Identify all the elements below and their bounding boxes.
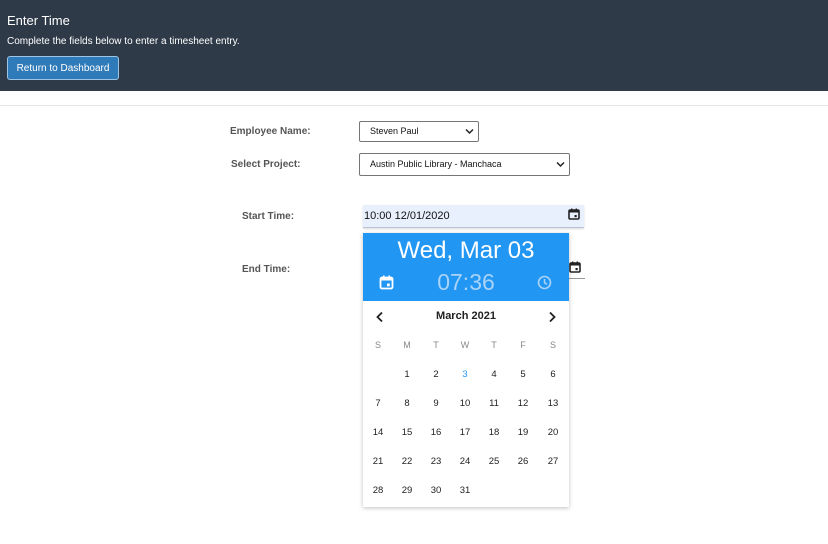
calendar-day[interactable]: 16 [425, 427, 447, 438]
calendar-day[interactable]: 10 [454, 398, 476, 409]
calendar-day[interactable]: 18 [483, 427, 505, 438]
return-to-dashboard-button[interactable]: Return to Dashboard [7, 56, 119, 80]
chevron-down-icon [556, 161, 565, 168]
page-title: Enter Time [7, 13, 70, 28]
page-header: Enter Time Complete the fields below to … [0, 0, 828, 91]
calendar-day[interactable]: 30 [425, 485, 447, 496]
picker-header-date: Wed, Mar 03 [397, 237, 535, 264]
employee-name-label: Employee Name: [230, 126, 311, 137]
calendar-day[interactable]: 26 [512, 456, 534, 467]
calendar-day[interactable]: 27 [542, 456, 564, 467]
weekday-header: W [460, 340, 470, 350]
calendar-day[interactable]: 2 [425, 369, 447, 380]
calendar-day[interactable]: 19 [512, 427, 534, 438]
page-subtitle: Complete the fields below to enter a tim… [7, 36, 240, 47]
calendar-day[interactable]: 12 [512, 398, 534, 409]
weekday-header: S [549, 340, 556, 350]
start-time-input[interactable]: 10:00 12/01/2020 [363, 205, 584, 228]
weekday-header: M [403, 340, 411, 350]
weekday-header: T [491, 340, 497, 350]
calendar-day[interactable]: 4 [483, 369, 505, 380]
start-time-label: Start Time: [242, 211, 295, 222]
calendar-day[interactable]: 24 [454, 456, 476, 467]
project-select[interactable]: Austin Public Library - Manchaca [359, 153, 570, 176]
calendar-day[interactable]: 22 [396, 456, 418, 467]
calendar-day[interactable]: 14 [367, 427, 389, 438]
start-time-value: 10:00 12/01/2020 [364, 210, 450, 222]
end-time-label: End Time: [242, 264, 291, 275]
weekday-header: S [374, 340, 381, 350]
project-value: Austin Public Library - Manchaca [370, 159, 502, 169]
weekday-header: T [433, 340, 439, 350]
calendar-day[interactable]: 6 [542, 369, 564, 380]
weekday-header: F [520, 340, 526, 350]
calendar-day[interactable]: 29 [396, 485, 418, 496]
employee-name-value: Steven Paul [370, 126, 419, 136]
select-project-label: Select Project: [231, 159, 301, 170]
clock-icon[interactable] [537, 275, 552, 290]
calendar-day[interactable]: 17 [454, 427, 476, 438]
chevron-down-icon [465, 128, 474, 135]
month-label: March 2021 [436, 310, 496, 322]
divider [0, 105, 828, 106]
chevron-right-icon[interactable] [546, 311, 558, 323]
calendar-icon[interactable] [568, 208, 580, 220]
date-time-picker: Wed, Mar 03 07:36 March 2021 SMTWTFS1234… [363, 233, 569, 507]
calendar-day[interactable]: 1 [396, 369, 418, 380]
calendar-day[interactable]: 3 [454, 369, 476, 380]
calendar-day[interactable]: 23 [425, 456, 447, 467]
calendar-day[interactable]: 28 [367, 485, 389, 496]
calendar-day[interactable]: 15 [396, 427, 418, 438]
calendar-day[interactable]: 5 [512, 369, 534, 380]
picker-header: Wed, Mar 03 07:36 [363, 233, 569, 301]
calendar-day[interactable]: 9 [425, 398, 447, 409]
calendar-day[interactable]: 25 [483, 456, 505, 467]
calendar-day[interactable]: 20 [542, 427, 564, 438]
calendar-day[interactable]: 8 [396, 398, 418, 409]
calendar-day[interactable]: 13 [542, 398, 564, 409]
calendar-day[interactable]: 7 [367, 398, 389, 409]
employee-name-select[interactable]: Steven Paul [359, 121, 479, 142]
calendar-icon[interactable] [569, 261, 581, 273]
calendar-day[interactable]: 11 [483, 398, 505, 409]
month-navigation: March 2021 [363, 309, 569, 325]
calendar-day[interactable]: 31 [454, 485, 476, 496]
calendar-day[interactable]: 21 [367, 456, 389, 467]
